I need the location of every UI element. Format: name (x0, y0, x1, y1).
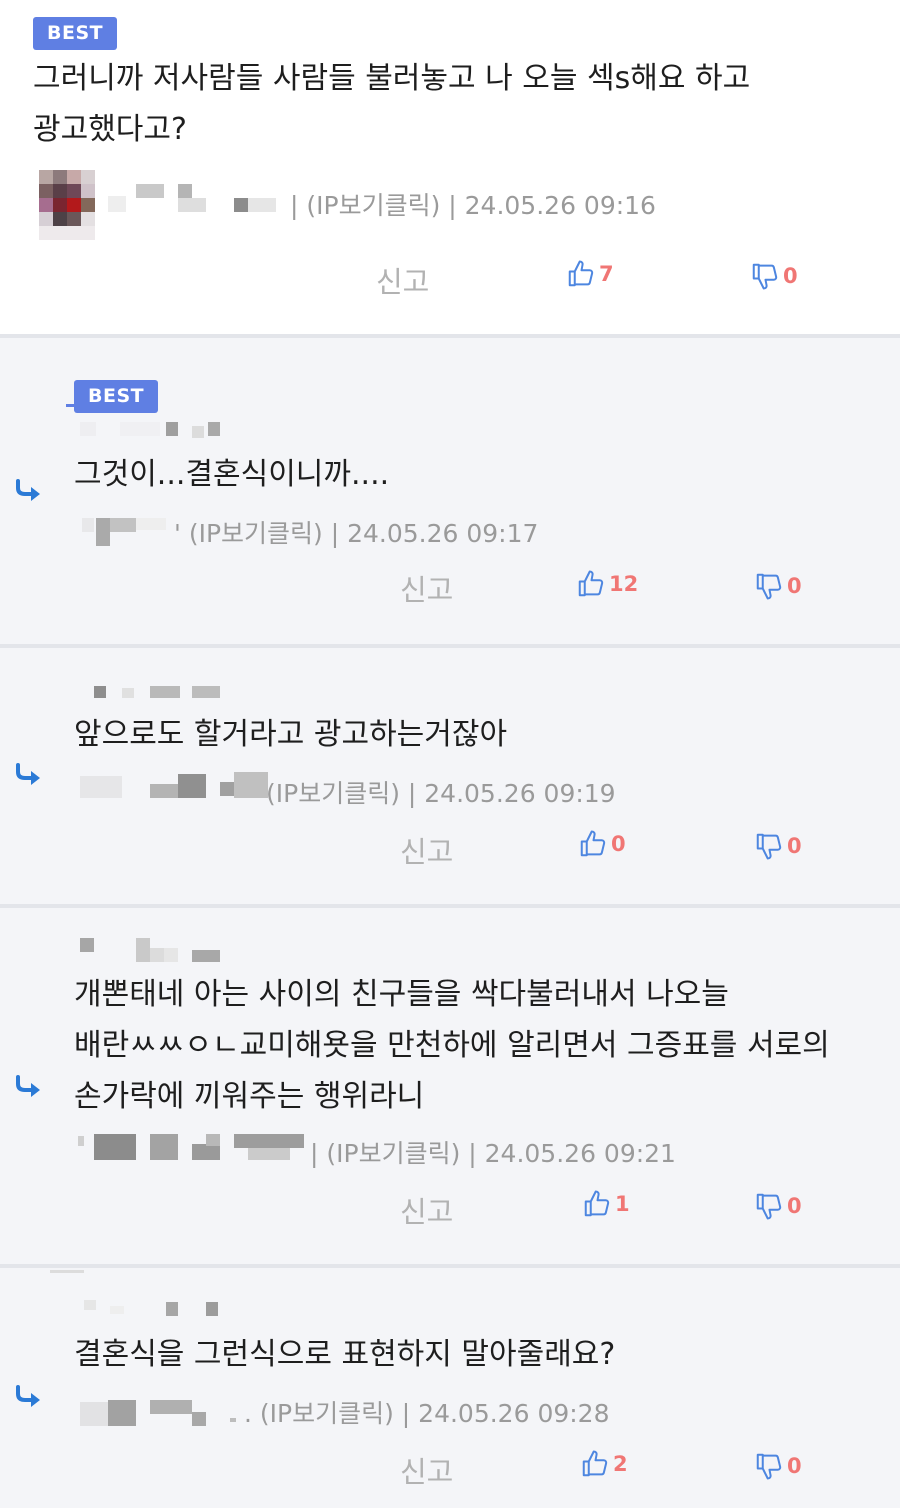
best-badge: BEST (74, 380, 159, 413)
like-count: 0 (611, 832, 626, 856)
like-count: 12 (609, 572, 639, 596)
blurred-nickname (80, 772, 270, 800)
dislike-count: 0 (783, 264, 798, 288)
thumbs-up-icon (580, 830, 606, 857)
blurred-nickname (80, 938, 230, 966)
comment-meta: | (IP보기클릭) | 24.05.26 09:16 (290, 191, 656, 220)
like-button[interactable]: 7 (566, 257, 614, 291)
dislike-count: 0 (787, 1194, 802, 1218)
reply-arrow-icon (16, 763, 40, 785)
comment-text: 결혼식을 그런식으로 표현하지 말아줄래요? (74, 1337, 616, 1372)
reply-arrow-icon (16, 479, 40, 501)
report-button[interactable]: 신고 (400, 1189, 453, 1231)
thumbs-up-icon (568, 260, 594, 287)
dislike-count: 0 (787, 1454, 802, 1478)
dislike-button[interactable]: 0 (750, 259, 798, 293)
blurred-nickname (50, 1270, 230, 1318)
avatar (39, 170, 95, 240)
blurred-nickname (80, 420, 230, 438)
report-button[interactable]: 신고 (400, 829, 453, 871)
comment-meta: (IP보기클릭) | 24.05.26 09:19 (266, 779, 616, 808)
report-button[interactable]: 신고 (400, 567, 453, 609)
thumbs-down-icon (752, 263, 778, 290)
comment-meta: . (IP보기클릭) | 24.05.26 09:28 (244, 1399, 610, 1428)
thumbs-down-icon (756, 833, 782, 860)
dislike-button[interactable]: 0 (754, 1189, 802, 1223)
reply-arrow-icon (16, 1385, 40, 1407)
comment-2: BEST 그것이...결혼식이니까.... ' (IP보기클릭) | 24.05… (0, 338, 900, 644)
comment-5: 결혼식을 그런식으로 표현하지 말아줄래요? . (IP보기클릭) | 24.0… (0, 1268, 900, 1508)
blurred-nickname (80, 1398, 260, 1428)
best-badge: BEST (33, 17, 118, 50)
dislike-count: 0 (787, 574, 802, 598)
thumbs-down-icon (756, 1193, 782, 1220)
like-count: 1 (615, 1192, 630, 1216)
comment-text: 개뽄태네 아는 사이의 친구들을 싹다불러내서 나오늘 배란ㅆㅆㅇㄴ교미해욧을 … (74, 977, 830, 1114)
reply-arrow-icon (16, 1075, 40, 1097)
comment-1: BEST 그러니까 저사람들 사람들 불러놓고 나 오늘 섹s해요 하고 광고했… (0, 0, 900, 334)
comment-text: 앞으로도 할거라고 광고하는거잖아 (74, 717, 508, 752)
comment-meta: ' (IP보기클릭) | 24.05.26 09:17 (174, 519, 539, 548)
like-button[interactable]: 1 (582, 1187, 630, 1221)
comment-3: 앞으로도 할거라고 광고하는거잖아 (IP보기클릭) | 24.05.26 09… (0, 648, 900, 904)
like-button[interactable]: 2 (580, 1447, 628, 1481)
comment-4: 개뽄태네 아는 사이의 친구들을 싹다불러내서 나오늘 배란ㅆㅆㅇㄴ교미해욧을 … (0, 908, 900, 1264)
like-button[interactable]: 12 (576, 567, 638, 601)
blurred-nickname (78, 1134, 308, 1162)
comment-meta: | (IP보기클릭) | 24.05.26 09:21 (310, 1139, 676, 1168)
thumbs-down-icon (756, 1453, 782, 1480)
blurred-nickname (108, 184, 288, 216)
comment-text: 그러니까 저사람들 사람들 불러놓고 나 오늘 섹s해요 하고 광고했다고? (33, 61, 751, 147)
dislike-button[interactable]: 0 (754, 829, 802, 863)
dislike-button[interactable]: 0 (754, 569, 802, 603)
dislike-count: 0 (787, 834, 802, 858)
blurred-nickname (94, 686, 224, 702)
report-button[interactable]: 신고 (400, 1449, 453, 1491)
thumbs-up-icon (584, 1190, 610, 1217)
like-count: 2 (613, 1452, 628, 1476)
dislike-button[interactable]: 0 (754, 1449, 802, 1483)
thumbs-up-icon (582, 1450, 608, 1477)
thumbs-up-icon (578, 570, 604, 597)
like-count: 7 (599, 262, 614, 286)
thumbs-down-icon (756, 573, 782, 600)
blurred-nickname (82, 516, 182, 550)
comment-text: 그것이...결혼식이니까.... (74, 457, 390, 492)
report-button[interactable]: 신고 (376, 259, 429, 301)
like-button[interactable]: 0 (578, 827, 626, 861)
